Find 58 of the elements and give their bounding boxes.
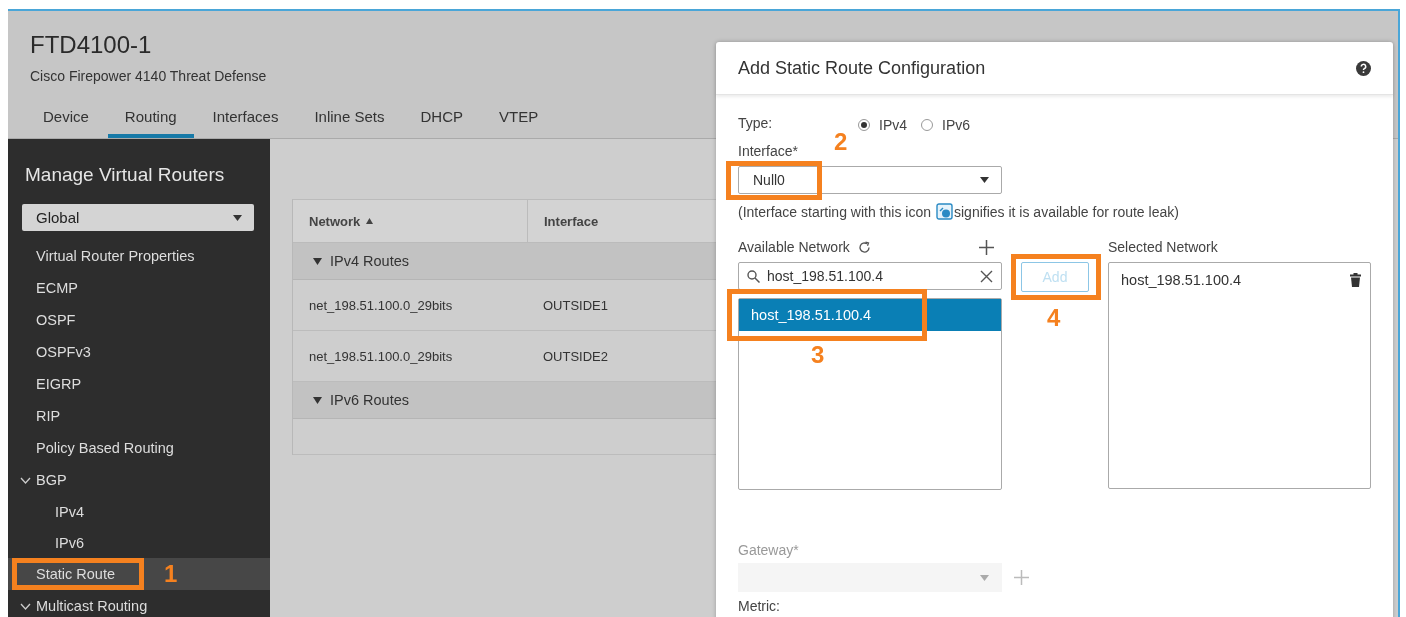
- interface-label: Interface*: [738, 143, 798, 159]
- help-icon[interactable]: [1356, 60, 1371, 76]
- radio-option[interactable]: IPv4: [858, 117, 907, 133]
- sidebar-item[interactable]: Static Route 1: [8, 558, 270, 590]
- interface-select[interactable]: Null0: [738, 166, 1002, 194]
- sidebar-item[interactable]: Virtual Router Properties: [8, 240, 270, 272]
- device-name: FTD4100-1: [30, 31, 152, 59]
- sidebar-item[interactable]: BGP: [8, 464, 270, 496]
- device-model: Cisco Firepower 4140 Threat Defense: [30, 68, 267, 84]
- step-number: 3: [811, 343, 825, 367]
- tab[interactable]: Inline Sets: [297, 100, 402, 138]
- network-item[interactable]: host_198.51.100.4: [739, 299, 1001, 331]
- dialog-title: Add Static Route Configuration: [738, 57, 986, 79]
- note-text: signifies it is available for route leak): [954, 203, 1179, 220]
- trash-icon[interactable]: [1350, 273, 1361, 287]
- expand-icon: [313, 396, 322, 404]
- tab[interactable]: Device: [26, 100, 106, 138]
- refresh-icon[interactable]: [857, 240, 871, 254]
- sidebar-title: Manage Virtual Routers: [24, 164, 225, 186]
- gateway-label: Gateway*: [738, 542, 799, 558]
- sidebar-item[interactable]: Policy Based Routing: [8, 432, 270, 464]
- note-text: (Interface starting with this icon: [738, 203, 931, 220]
- caret-icon: [233, 214, 242, 221]
- chevron-icon: [20, 476, 31, 484]
- step-number: 2: [834, 130, 848, 154]
- sidebar-item[interactable]: EIGRP: [8, 368, 270, 400]
- radio-option[interactable]: IPv6: [921, 117, 971, 133]
- step-number: 4: [1047, 306, 1061, 330]
- sidebar-item[interactable]: Multicast Routing: [8, 590, 270, 617]
- sidebar-item[interactable]: IPv4: [8, 496, 270, 527]
- type-label: Type:: [738, 115, 774, 131]
- sidebar-item[interactable]: ECMP: [8, 272, 270, 304]
- metric-label: Metric:: [738, 598, 780, 614]
- tab[interactable]: VTEP: [482, 100, 556, 138]
- plus-icon[interactable]: [979, 239, 994, 255]
- search-icon: [747, 269, 760, 283]
- sidebar-item[interactable]: RIP: [8, 400, 270, 432]
- table-cell-text: OUTSIDE2: [542, 348, 608, 364]
- chevron-icon: [20, 602, 31, 610]
- selected-network-label: Selected Network: [1108, 238, 1218, 256]
- table-cell-text: net_198.51.100.0_29bits: [308, 297, 454, 313]
- tab[interactable]: Interfaces: [195, 100, 296, 138]
- column-header[interactable]: Network: [293, 200, 528, 242]
- network-item: host_198.51.100.4: [1121, 272, 1242, 288]
- sidebar-item[interactable]: IPv6: [8, 527, 270, 558]
- table-cell-text: OUTSIDE1: [542, 297, 608, 313]
- tab[interactable]: DHCP: [403, 100, 480, 138]
- sidebar-item[interactable]: OSPF: [8, 304, 270, 336]
- route-leak-icon: [936, 203, 953, 220]
- expand-icon: [313, 257, 322, 265]
- caret-icon: [980, 177, 989, 183]
- sidebar-item[interactable]: OSPFv3: [8, 336, 270, 368]
- clear-icon[interactable]: [980, 269, 993, 283]
- router-select[interactable]: Global: [22, 204, 254, 231]
- step-number: 1: [164, 562, 178, 586]
- caret-icon: [980, 574, 989, 581]
- search-field[interactable]: host_198.51.100.4: [738, 262, 1002, 290]
- table-cell-text: net_198.51.100.0_29bits: [308, 348, 454, 364]
